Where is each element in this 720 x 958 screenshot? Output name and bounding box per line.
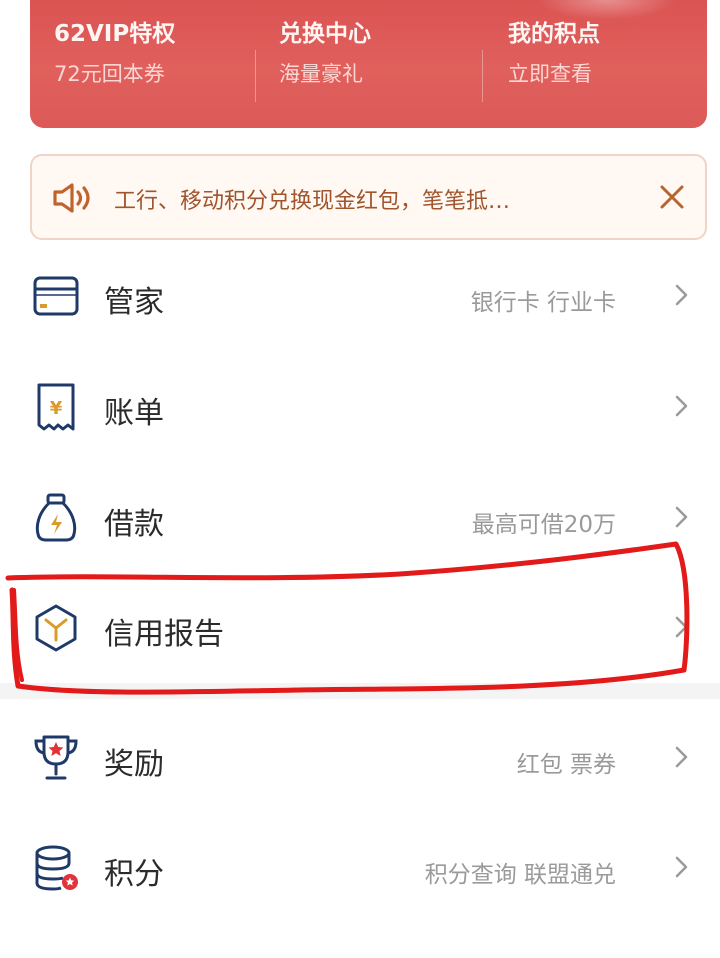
bill-icon: ¥	[37, 383, 75, 431]
section-divider	[0, 683, 720, 699]
menu-item-points[interactable]: 积分 积分查询 联盟通兑	[0, 813, 720, 923]
banner-item-title: 62VIP特权	[54, 21, 176, 47]
menu-item-label: 奖励	[104, 747, 164, 782]
chevron-right-icon	[675, 395, 688, 417]
speaker-icon	[53, 183, 90, 213]
chevron-right-icon	[675, 616, 688, 638]
menu-item-label: 信用报告	[104, 617, 224, 652]
points-icon	[35, 845, 78, 891]
menu-item-bill[interactable]: ¥ 账单	[0, 352, 720, 462]
chevron-right-icon	[675, 284, 688, 306]
menu-item-label: 账单	[104, 396, 164, 431]
notice-text: 工行、移动积分兑换现金红包，笔笔抵…	[114, 189, 511, 214]
menu-item-hint: 积分查询 联盟通兑	[424, 862, 616, 888]
menu-item-rewards[interactable]: 奖励 红包 票券	[0, 703, 720, 813]
menu-item-hint: 银行卡 行业卡	[470, 290, 616, 316]
menu-item-label: 积分	[104, 857, 164, 892]
banner-item-subtitle: 立即查看	[508, 62, 592, 86]
banner-divider	[255, 50, 256, 102]
trophy-icon	[34, 735, 78, 780]
chevron-right-icon	[675, 506, 688, 528]
banner-divider	[482, 50, 483, 102]
vip-banner: 62VIP特权 72元回本券 兑换中心 海量豪礼 我的积点 立即查看	[30, 0, 707, 128]
svg-text:¥: ¥	[50, 398, 63, 419]
credit-report-icon	[35, 604, 77, 652]
close-icon[interactable]	[657, 182, 687, 212]
chevron-right-icon	[675, 746, 688, 768]
chevron-right-icon	[675, 856, 688, 878]
menu-item-label: 管家	[104, 285, 164, 320]
menu-item-label: 借款	[104, 507, 164, 542]
banner-item-title: 兑换中心	[279, 21, 371, 47]
menu-item-hint: 红包 票券	[516, 752, 616, 778]
menu-item-loan[interactable]: 借款 最高可借20万	[0, 463, 720, 573]
notice-bar[interactable]: 工行、移动积分兑换现金红包，笔笔抵…	[30, 154, 707, 240]
banner-item-title: 我的积点	[508, 21, 600, 47]
menu-item-manager[interactable]: 管家 银行卡 行业卡	[0, 241, 720, 351]
banner-item-subtitle: 海量豪礼	[279, 62, 363, 86]
menu-item-hint: 最高可借20万	[471, 512, 616, 538]
banner-item-subtitle: 72元回本券	[54, 62, 165, 86]
card-icon	[33, 276, 79, 316]
money-bag-icon	[35, 493, 77, 542]
menu-item-credit-report[interactable]: 信用报告	[0, 573, 720, 683]
